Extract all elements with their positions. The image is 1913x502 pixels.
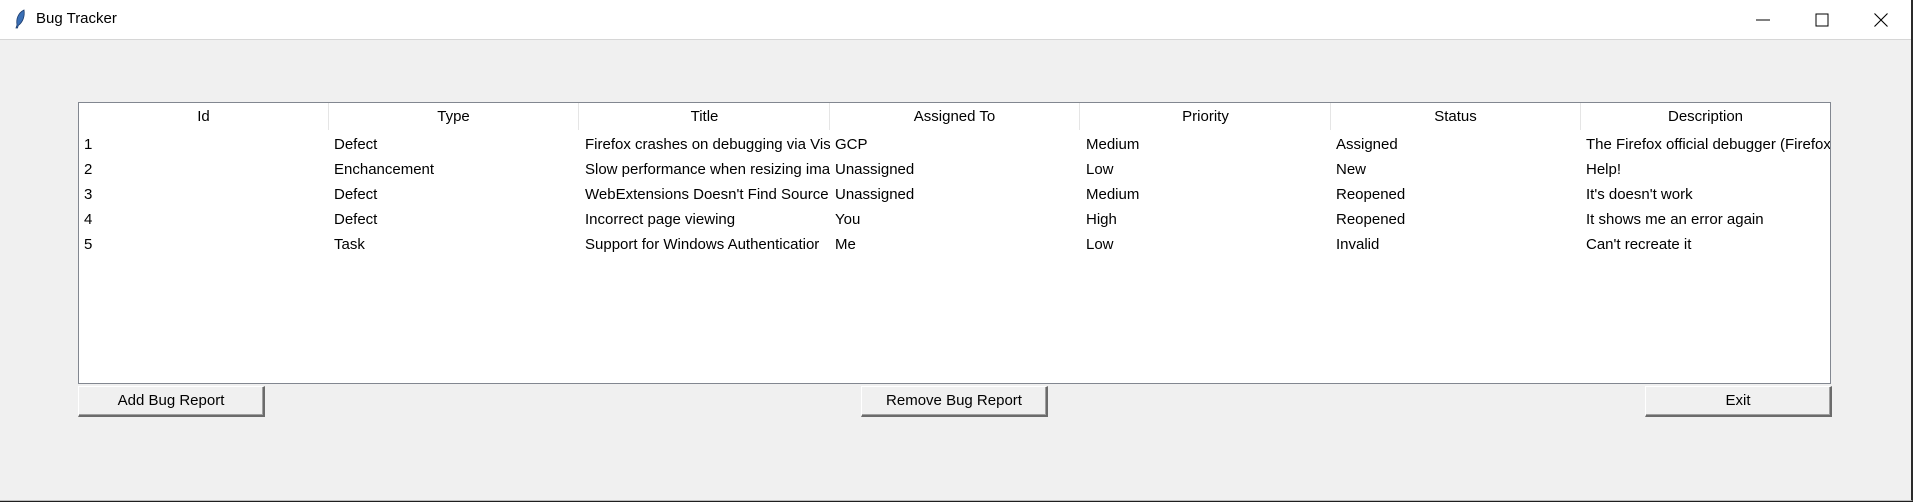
- cell-priority: Low: [1086, 161, 1114, 178]
- table-row[interactable]: 1 Defect Firefox crashes on debugging via …: [79, 132, 1830, 157]
- cell-title: Support for Windows Authenticatior: [585, 236, 820, 253]
- cell-assigned-to: Unassigned: [835, 161, 915, 178]
- cell-assigned-to: Me: [835, 236, 856, 253]
- cell-type: Defect: [334, 136, 378, 153]
- feather-icon: [15, 9, 25, 29]
- cell-id: 5: [84, 236, 93, 253]
- minimize-button[interactable]: [1734, 0, 1792, 39]
- table-header: Id Type Title Assigned To Priority Status Desc…: [79, 103, 1830, 130]
- column-header-assigned-to[interactable]: Assigned To: [830, 103, 1080, 130]
- cell-status: Reopened: [1336, 211, 1406, 228]
- maximize-button[interactable]: [1793, 0, 1851, 39]
- column-header-title[interactable]: Title: [580, 103, 830, 130]
- cell-priority: Medium: [1086, 186, 1140, 203]
- cell-type: Enchancement: [334, 161, 435, 178]
- cell-assigned-to: GCP: [835, 136, 868, 153]
- cell-id: 2: [84, 161, 93, 178]
- close-button[interactable]: [1852, 0, 1910, 39]
- column-header-type[interactable]: Type: [329, 103, 579, 130]
- table-row[interactable]: 4 Defect Incorrect page viewing You High Reop…: [79, 207, 1830, 232]
- cell-description: The Firefox official debugger (Firefox: [1586, 136, 1831, 153]
- cell-title: Incorrect page viewing: [585, 211, 736, 228]
- cell-description: It shows me an error again: [1586, 211, 1764, 228]
- cell-status: Reopened: [1336, 186, 1406, 203]
- cell-type: Defect: [334, 211, 378, 228]
- cell-type: Defect: [334, 186, 378, 203]
- window-title: Bug Tracker: [36, 10, 117, 27]
- cell-status: Assigned: [1336, 136, 1398, 153]
- cell-description: Help!: [1586, 161, 1622, 178]
- cell-status: Invalid: [1336, 236, 1380, 253]
- bug-table[interactable]: Id Type Title Assigned To Priority Status Desc…: [78, 102, 1831, 384]
- remove-bug-report-button[interactable]: Remove Bug Report: [861, 386, 1048, 417]
- cell-description: Can't recreate it: [1586, 236, 1692, 253]
- close-icon: [1874, 12, 1888, 27]
- minimize-icon: [1756, 19, 1770, 20]
- cell-priority: Low: [1086, 236, 1114, 253]
- cell-title: WebExtensions Doesn't Find Source: [585, 186, 829, 203]
- column-header-priority[interactable]: Priority: [1081, 103, 1331, 130]
- cell-assigned-to: You: [835, 211, 861, 228]
- cell-title: Firefox crashes on debugging via Vis: [585, 136, 830, 153]
- add-bug-report-button[interactable]: Add Bug Report: [78, 386, 265, 417]
- cell-title: Slow performance when resizing ima: [585, 161, 830, 178]
- table-row[interactable]: 2 Enchancement Slow performance when resiz…: [79, 157, 1830, 182]
- column-header-description[interactable]: Description: [1581, 103, 1830, 130]
- cell-type: Task: [334, 236, 365, 253]
- column-header-id[interactable]: Id: [79, 103, 329, 130]
- table-row[interactable]: 5 Task Support for Windows Authenticatior M…: [79, 232, 1830, 257]
- cell-priority: High: [1086, 211, 1117, 228]
- cell-id: 1: [84, 136, 93, 153]
- column-header-status[interactable]: Status: [1331, 103, 1581, 130]
- cell-status: New: [1336, 161, 1367, 178]
- title-bar: Bug Tracker: [0, 0, 1911, 40]
- cell-description: It's doesn't work: [1586, 186, 1693, 203]
- cell-id: 4: [84, 211, 93, 228]
- cell-id: 3: [84, 186, 93, 203]
- app-window: Bug Tracker Id Type Title Assigned To Priori…: [0, 0, 1913, 501]
- cell-assigned-to: Unassigned: [835, 186, 915, 203]
- cell-priority: Medium: [1086, 136, 1140, 153]
- maximize-icon: [1815, 13, 1829, 26]
- table-row[interactable]: 3 Defect WebExtensions Doesn't Find Source…: [79, 182, 1830, 207]
- exit-button[interactable]: Exit: [1645, 386, 1832, 417]
